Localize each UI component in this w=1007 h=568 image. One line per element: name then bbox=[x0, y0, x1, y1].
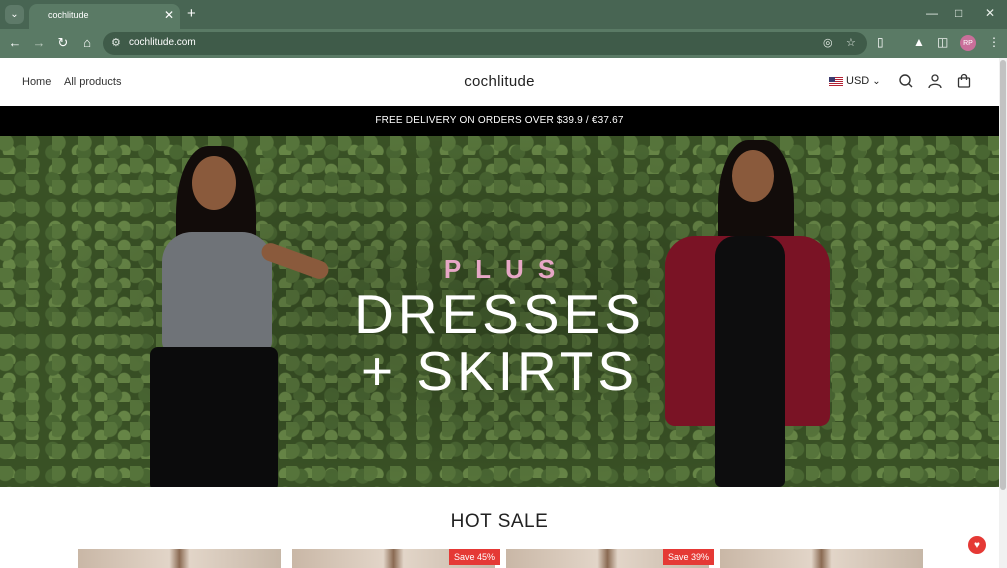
scrollbar-thumb[interactable] bbox=[1000, 60, 1006, 490]
home-icon[interactable]: ⌂ bbox=[79, 35, 95, 50]
hero-headline-2: + SKIRTS bbox=[360, 340, 639, 402]
close-tab-icon[interactable]: ✕ bbox=[164, 8, 174, 22]
bookmark-star-icon[interactable]: ☆ bbox=[846, 36, 856, 49]
browser-window: ⌄ cochlitude ✕ + — □ ✕ ← → ↻ ⌂ ⚙ cochlit… bbox=[0, 0, 1007, 568]
page-scrollbar[interactable] bbox=[999, 58, 1007, 568]
tab-search-button[interactable]: ⌄ bbox=[5, 5, 24, 24]
chevron-down-icon: ⌄ bbox=[10, 9, 19, 20]
hot-sale-heading: HOT SALE bbox=[450, 511, 549, 532]
hero-headline-1: DRESSES bbox=[354, 283, 645, 345]
site-info-icon[interactable]: ⚙ bbox=[111, 36, 121, 49]
avatar-initials: RP bbox=[963, 39, 973, 47]
search-icon[interactable] bbox=[898, 73, 914, 89]
us-flag-icon bbox=[829, 76, 843, 86]
minimize-icon[interactable]: — bbox=[926, 6, 938, 20]
sale-badge: Save 39% bbox=[663, 549, 715, 565]
url-text[interactable]: cochlitude.com bbox=[129, 37, 196, 48]
new-tab-button[interactable]: + bbox=[187, 5, 196, 22]
extensions-icon[interactable]: ▯ bbox=[877, 35, 884, 49]
forward-icon[interactable]: → bbox=[31, 35, 47, 50]
product-card[interactable] bbox=[78, 549, 281, 568]
chat-widget-icon[interactable]: ♥ bbox=[968, 536, 986, 554]
browser-tab[interactable]: cochlitude ✕ bbox=[29, 4, 180, 29]
profile-avatar[interactable]: RP bbox=[960, 35, 976, 51]
address-bar[interactable]: ⚙ cochlitude.com ◎ ☆ bbox=[103, 32, 867, 55]
site-header: Home All products cochlitude USD ⌄ bbox=[0, 58, 999, 106]
account-icon[interactable] bbox=[927, 73, 943, 89]
labs-icon[interactable]: ▲ bbox=[913, 35, 925, 49]
close-window-icon[interactable]: ✕ bbox=[985, 6, 995, 20]
tab-title: cochlitude bbox=[48, 10, 89, 20]
menu-kebab-icon[interactable]: ⋮ bbox=[988, 35, 1000, 49]
currency-label: USD bbox=[846, 75, 870, 87]
back-icon[interactable]: ← bbox=[7, 35, 23, 50]
browser-toolbar: ← → ↻ ⌂ ⚙ cochlitude.com ◎ ☆ ▯ ▲ ◫ RP ⋮ bbox=[0, 29, 1007, 58]
product-card[interactable] bbox=[720, 549, 923, 568]
announcement-bar: FREE DELIVERY ON ORDERS OVER $39.9 / €37… bbox=[0, 106, 999, 136]
reload-icon[interactable]: ↻ bbox=[55, 35, 71, 51]
sale-badge: Save 45% bbox=[449, 549, 501, 565]
side-panel-icon[interactable]: ◫ bbox=[937, 35, 948, 49]
currency-selector[interactable]: USD ⌄ bbox=[829, 75, 881, 87]
hero-plus-text: PLUS bbox=[443, 254, 570, 284]
hero-banner[interactable]: PLUS DRESSES + SKIRTS bbox=[0, 136, 999, 487]
title-bar: ⌄ cochlitude ✕ + — □ ✕ bbox=[0, 0, 1007, 29]
maximize-icon[interactable]: □ bbox=[955, 6, 962, 20]
chevron-down-icon: ⌄ bbox=[872, 75, 881, 87]
cart-icon[interactable] bbox=[956, 73, 972, 89]
eye-off-icon[interactable]: ◎ bbox=[823, 36, 833, 49]
